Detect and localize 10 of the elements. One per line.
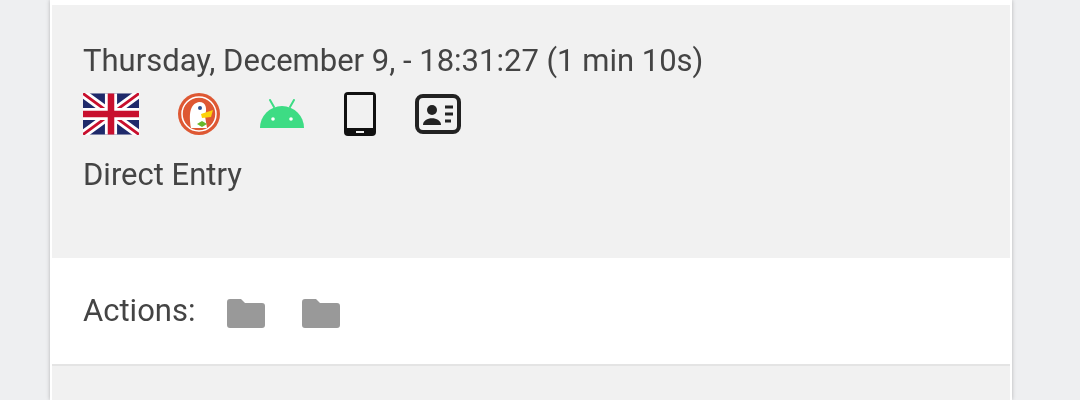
folder-icon[interactable] [227,298,266,328]
uk-flag-icon [83,93,139,135]
duck-icon [177,92,221,136]
actions-label: Actions: [83,293,196,329]
referrer-text: Direct Entry [83,157,242,193]
android-icon [259,99,305,129]
visit-datetime: Thursday, December 9, - 18:31:27 (1 min 10s) [83,43,704,79]
folder-icon[interactable] [302,298,341,328]
tablet-icon [343,91,377,137]
contact-card-icon [415,94,461,134]
